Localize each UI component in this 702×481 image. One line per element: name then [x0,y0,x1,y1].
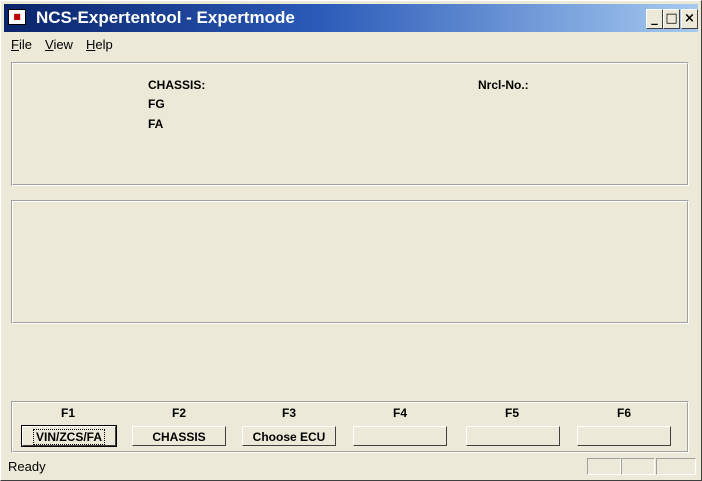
status-pane-3 [656,458,696,475]
f3-label: F3 [281,406,296,420]
menu-bar: File View Help [4,34,698,54]
title-bar[interactable]: ■ NCS-Expertentool - Expertmode _ □ × [4,4,698,32]
f2-label: F2 [171,406,186,420]
app-icon[interactable]: ■ [8,9,26,25]
fa-label: FA [148,117,164,131]
menu-help[interactable]: Help [86,37,113,52]
status-pane-1 [587,458,621,475]
status-bar: Ready [4,457,698,477]
menu-file[interactable]: File [11,37,32,52]
choose-ecu-button[interactable]: Choose ECU [242,426,336,446]
f6-label: F6 [616,406,631,420]
chassis-label: CHASSIS: [148,78,206,92]
vin-zcs-fa-button[interactable]: VIN/ZCS/FA [21,425,117,447]
main-window: ■ NCS-Expertentool - Expertmode _ □ × Fi… [0,0,702,481]
window-title: NCS-Expertentool - Expertmode [36,8,295,27]
maximize-button[interactable]: □ [663,9,680,29]
f1-label: F1 [60,406,75,420]
status-text: Ready [8,459,46,474]
f6-button[interactable] [577,426,671,446]
f5-button[interactable] [466,426,560,446]
menu-view[interactable]: View [45,37,73,52]
f4-button[interactable] [353,426,447,446]
f4-label: F4 [392,406,407,420]
nrcl-label: Nrcl-No.: [478,78,529,92]
fg-label: FG [148,97,165,111]
f5-label: F5 [504,406,519,420]
chassis-button[interactable]: CHASSIS [132,426,226,446]
status-pane-2 [621,458,655,475]
minimize-button[interactable]: _ [646,9,663,29]
close-button[interactable]: × [681,9,698,29]
output-panel [11,200,689,324]
vehicle-info-panel [11,62,689,186]
